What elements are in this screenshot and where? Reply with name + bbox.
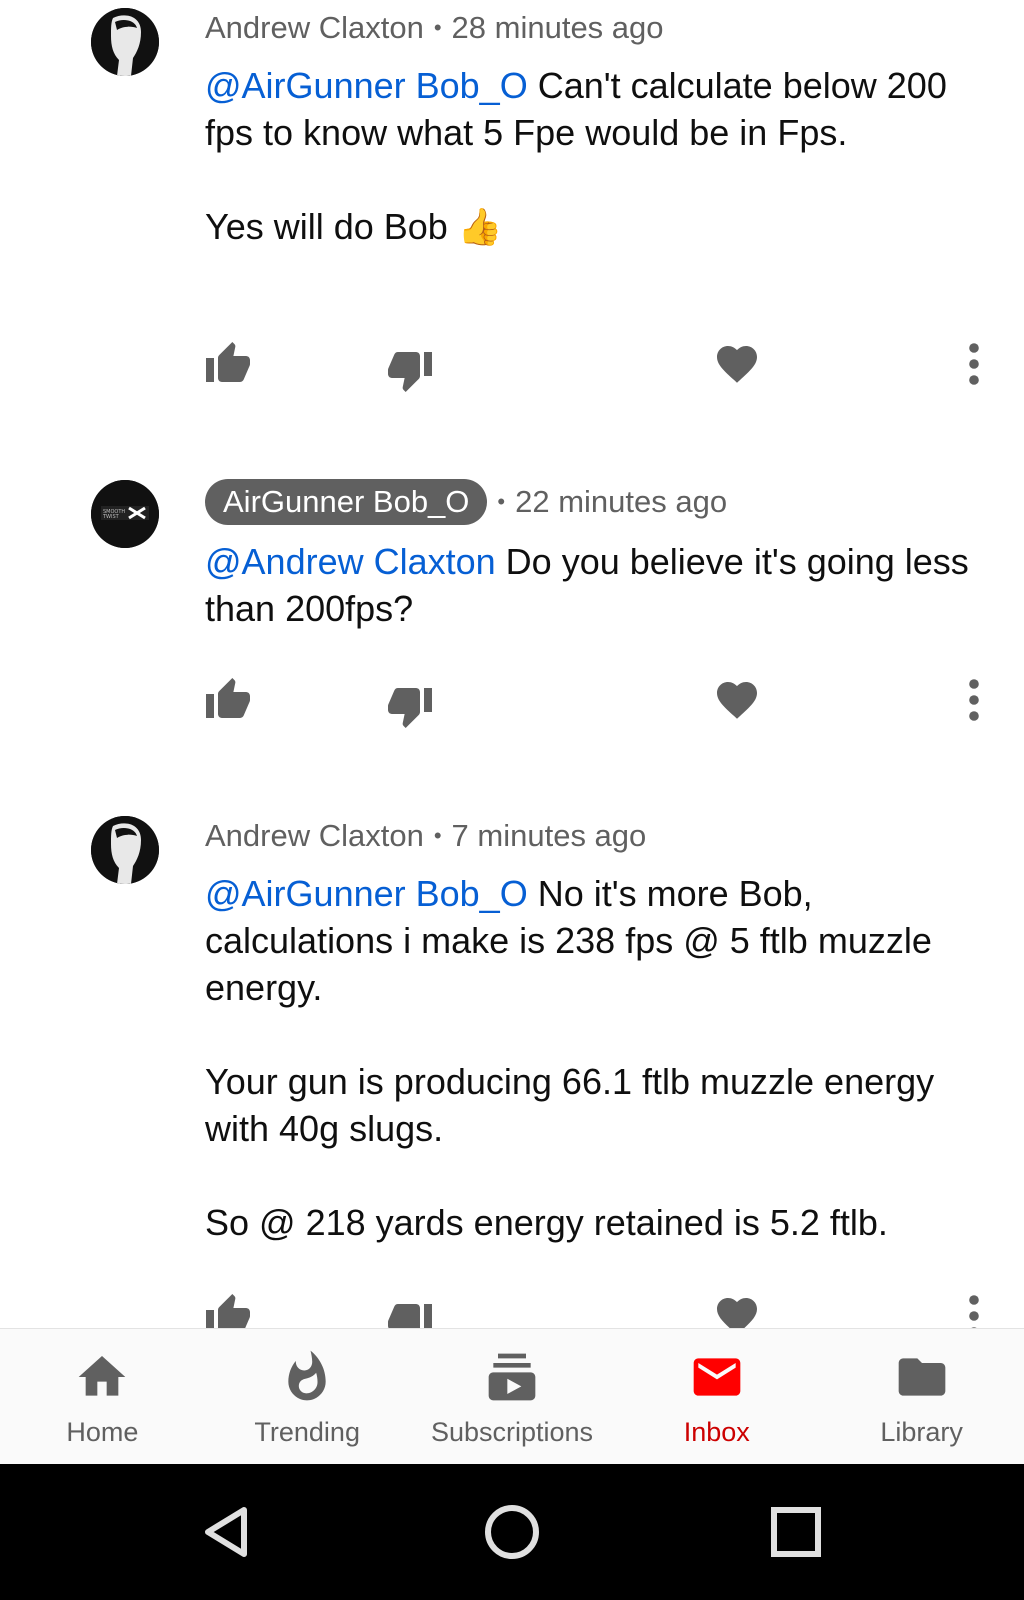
heart-button[interactable] [709, 1288, 765, 1328]
nav-label: Library [880, 1417, 963, 1447]
like-button[interactable] [200, 1288, 256, 1328]
like-button[interactable] [200, 672, 256, 728]
heart-button[interactable] [709, 672, 765, 728]
avatar[interactable] [91, 816, 159, 884]
timestamp: 22 minutes ago [515, 484, 728, 519]
bottom-navigation: Home Trending Subscriptions Inbox Librar… [0, 1328, 1024, 1465]
mention-link[interactable]: @Andrew Claxton [205, 541, 496, 582]
nav-label: Subscriptions [430, 1417, 594, 1447]
nav-library[interactable]: Library [819, 1329, 1024, 1465]
like-button[interactable] [200, 336, 256, 392]
dislike-button[interactable] [382, 678, 438, 734]
thumbs-down-icon [388, 352, 432, 392]
recents-icon [771, 1507, 821, 1557]
comment-body: No it's more Bob, calculations i make is… [205, 873, 935, 1243]
more-options-button[interactable] [946, 672, 1002, 728]
separator-dot: • [433, 15, 442, 40]
more-vert-icon [969, 679, 979, 721]
author-name[interactable]: Andrew Claxton [205, 10, 424, 46]
heart-icon [717, 682, 757, 719]
comment-feed: Andrew Claxton • 28 minutes ago @AirGunn… [0, 0, 1024, 1328]
subscriptions-icon [488, 1353, 536, 1401]
thumbs-down-icon [388, 688, 432, 728]
system-navigation-bar [0, 1464, 1024, 1600]
folder-icon [898, 1358, 945, 1396]
avatar[interactable]: SMOOTH TWIST [91, 480, 159, 548]
home-circle-icon [485, 1505, 539, 1559]
svg-text:TWIST: TWIST [102, 514, 120, 520]
thumbs-up-icon [206, 678, 250, 718]
more-vert-icon [969, 343, 979, 385]
heart-icon [717, 346, 757, 383]
comment-actions [0, 672, 1024, 732]
heart-icon [717, 1298, 757, 1328]
mention-link[interactable]: @AirGunner Bob_O [205, 873, 528, 914]
separator-dot: • [433, 823, 442, 848]
nav-label: Inbox [683, 1417, 750, 1447]
comment-actions [0, 1288, 1024, 1328]
thumbs-up-icon [206, 342, 250, 382]
home-icon [79, 1356, 126, 1396]
more-options-button[interactable] [946, 336, 1002, 392]
dislike-button[interactable] [382, 1294, 438, 1328]
author-chip[interactable]: AirGunner Bob_O [205, 479, 488, 525]
mention-link[interactable]: @AirGunner Bob_O [205, 65, 528, 106]
timestamp: 7 minutes ago [451, 818, 647, 853]
comment-text: @Andrew Claxton Do you believe it's goin… [205, 538, 985, 632]
more-vert-icon [969, 1295, 979, 1328]
comment-meta: AirGunner Bob_O • 22 minutes ago [205, 478, 727, 526]
more-options-button[interactable] [946, 1288, 1002, 1328]
back-icon [205, 1507, 247, 1557]
nav-subscriptions[interactable]: Subscriptions [410, 1329, 615, 1465]
nav-label: Trending [254, 1417, 360, 1447]
author-name[interactable]: Andrew Claxton [205, 818, 424, 854]
heart-button[interactable] [709, 336, 765, 392]
fire-icon [288, 1350, 326, 1401]
timestamp: 28 minutes ago [451, 10, 664, 45]
avatar[interactable] [91, 8, 159, 76]
home-button[interactable] [482, 1502, 542, 1562]
nav-home[interactable]: Home [0, 1329, 205, 1465]
thumbs-up-icon [206, 1294, 250, 1328]
comment-text: @AirGunner Bob_O No it's more Bob, calcu… [205, 870, 985, 1246]
recents-button[interactable] [766, 1502, 826, 1562]
mail-icon [693, 1358, 741, 1396]
nav-inbox[interactable]: Inbox [614, 1329, 819, 1465]
back-button[interactable] [198, 1502, 258, 1562]
comment-text: @AirGunner Bob_O Can't calculate below 2… [205, 62, 985, 250]
thumbs-down-icon [388, 1304, 432, 1328]
comment-meta: Andrew Claxton • 28 minutes ago [205, 4, 664, 52]
comment-meta: Andrew Claxton • 7 minutes ago [205, 812, 646, 860]
comment-actions [0, 336, 1024, 396]
separator-dot: • [497, 489, 506, 514]
nav-label: Home [66, 1417, 139, 1447]
nav-trending[interactable]: Trending [205, 1329, 410, 1465]
dislike-button[interactable] [382, 342, 438, 398]
